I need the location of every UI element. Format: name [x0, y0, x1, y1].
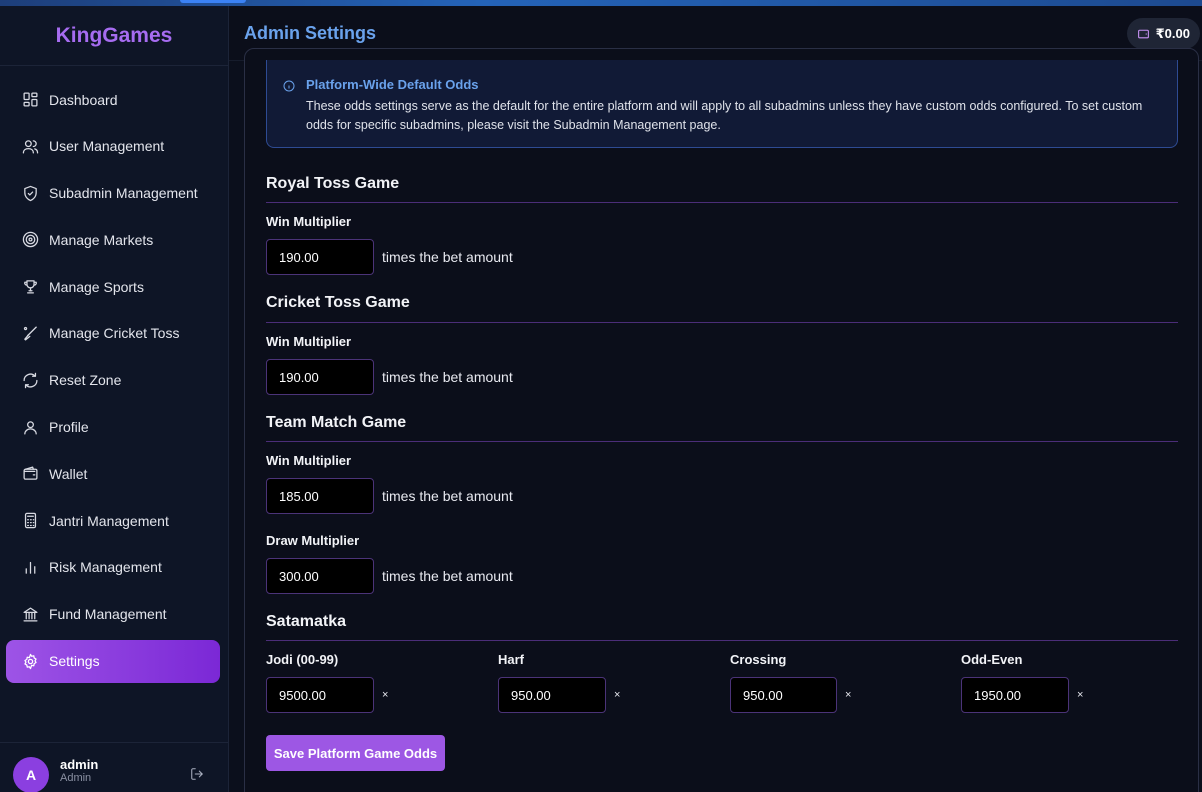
cricket-bat-icon [21, 324, 39, 342]
team-match-draw-input[interactable]: 300.00 [266, 558, 374, 594]
section-title-royal-toss: Royal Toss Game [266, 175, 400, 192]
cricket-toss-win-label: Win Multiplier [266, 334, 352, 349]
section-title-team-match: Team Match Game [266, 414, 407, 431]
shield-icon [21, 184, 39, 202]
cricket-toss-suffix: times the bet amount [382, 369, 513, 385]
sidebar-item-label: Settings [49, 653, 100, 670]
jodi-label: Jodi (00-99) [266, 652, 339, 667]
harf-multiplier-symbol: × [614, 689, 621, 701]
sidebar-item-label: Risk Management [49, 559, 162, 576]
gear-icon [21, 652, 39, 670]
sidebar-item-label: Jantri Management [49, 512, 169, 529]
sidebar-item-manage-cricket-toss[interactable]: Manage Cricket Toss [6, 312, 220, 355]
info-title: Platform-Wide Default Odds [306, 77, 479, 92]
users-icon [21, 137, 39, 155]
balance-badge[interactable]: ₹0.00 [1126, 18, 1200, 49]
divider [266, 441, 1178, 442]
sidebar-item-wallet[interactable]: Wallet [6, 452, 220, 495]
sidebar-item-risk-management[interactable]: Risk Management [6, 546, 220, 589]
browser-tab-indicator [180, 0, 246, 3]
royal-toss-win-label: Win Multiplier [266, 214, 352, 229]
odd-even-input[interactable]: 1950.00 [961, 677, 1069, 713]
sidebar-item-label: Profile [49, 419, 89, 436]
cricket-toss-win-input[interactable]: 190.00 [266, 359, 374, 395]
sidebar-item-jantri-management[interactable]: Jantri Management [6, 499, 220, 542]
sidebar-item-profile[interactable]: Profile [6, 406, 220, 449]
target-icon [21, 231, 39, 249]
sidebar-item-label: Wallet [49, 465, 88, 482]
sidebar-item-dashboard[interactable]: Dashboard [6, 78, 220, 121]
avatar[interactable]: A [13, 756, 49, 792]
bar-chart-icon [21, 558, 39, 576]
trophy-icon [21, 278, 39, 296]
sidebar-item-reset-zone[interactable]: Reset Zone [6, 359, 220, 402]
info-banner: Platform-Wide Default Odds These odds se… [266, 60, 1178, 148]
royal-toss-suffix: times the bet amount [382, 249, 513, 265]
crossing-label: Crossing [730, 652, 787, 667]
team-match-draw-label: Draw Multiplier [266, 533, 360, 548]
page-title: Admin Settings [244, 23, 377, 43]
team-match-win-input[interactable]: 185.00 [266, 478, 374, 514]
logout-icon[interactable] [190, 767, 204, 786]
sidebar-item-label: Reset Zone [49, 372, 122, 389]
calculator-icon [21, 512, 39, 530]
team-match-win-suffix: times the bet amount [382, 488, 513, 504]
sidebar-item-label: Manage Sports [49, 278, 144, 295]
sidebar-item-label: Subadmin Management [49, 185, 198, 202]
sidebar-item-subadmin-management[interactable]: Subadmin Management [6, 172, 220, 215]
sidebar-item-label: User Management [49, 138, 165, 155]
sidebar-item-label: Manage Markets [49, 231, 154, 248]
dashboard-icon [21, 91, 39, 109]
user-info: admin Admin [60, 757, 98, 784]
crossing-input[interactable]: 950.00 [730, 677, 837, 713]
sidebar-item-manage-sports[interactable]: Manage Sports [6, 265, 220, 308]
info-icon [283, 79, 295, 97]
divider [266, 322, 1178, 323]
team-match-draw-suffix: times the bet amount [382, 568, 513, 584]
odd-even-multiplier-symbol: × [1077, 689, 1084, 701]
wallet-icon [21, 465, 39, 483]
sidebar-item-manage-markets[interactable]: Manage Markets [6, 218, 220, 261]
sidebar: KingGames Dashboard User Management Suba… [0, 6, 229, 792]
user-name: admin [60, 757, 99, 772]
wallet-icon [1137, 29, 1149, 39]
crossing-multiplier-symbol: × [845, 689, 852, 701]
team-match-win-label: Win Multiplier [266, 453, 352, 468]
sidebar-item-user-management[interactable]: User Management [6, 125, 220, 168]
section-title-satamatka: Satamatka [266, 613, 347, 630]
sidebar-item-settings[interactable]: Settings [6, 639, 220, 683]
refresh-icon [21, 371, 39, 389]
save-platform-odds-button[interactable]: Save Platform Game Odds [266, 735, 445, 771]
divider [266, 202, 1178, 203]
sidebar-item-label: Manage Cricket Toss [49, 325, 180, 342]
user-icon [21, 418, 39, 436]
sidebar-item-fund-management[interactable]: Fund Management [6, 593, 220, 636]
bank-icon [21, 605, 39, 623]
sidebar-item-label: Fund Management [49, 606, 167, 623]
jodi-input[interactable]: 9500.00 [266, 677, 374, 713]
jodi-multiplier-symbol: × [382, 689, 389, 701]
user-role: Admin [60, 772, 92, 784]
divider [266, 640, 1178, 641]
harf-label: Harf [498, 652, 525, 667]
sidebar-item-label: Dashboard [49, 91, 118, 108]
harf-input[interactable]: 950.00 [498, 677, 606, 713]
brand-logo[interactable]: KingGames [0, 6, 228, 66]
sidebar-nav: Dashboard User Management Subadmin Manag… [0, 66, 228, 683]
royal-toss-win-input[interactable]: 190.00 [266, 239, 374, 275]
odd-even-label: Odd-Even [961, 652, 1023, 667]
section-title-cricket-toss: Cricket Toss Game [266, 294, 410, 311]
balance-amount: ₹0.00 [1155, 25, 1190, 41]
user-profile-box: A admin Admin [0, 742, 228, 792]
info-text: These odds settings serve as the default… [306, 99, 1143, 132]
